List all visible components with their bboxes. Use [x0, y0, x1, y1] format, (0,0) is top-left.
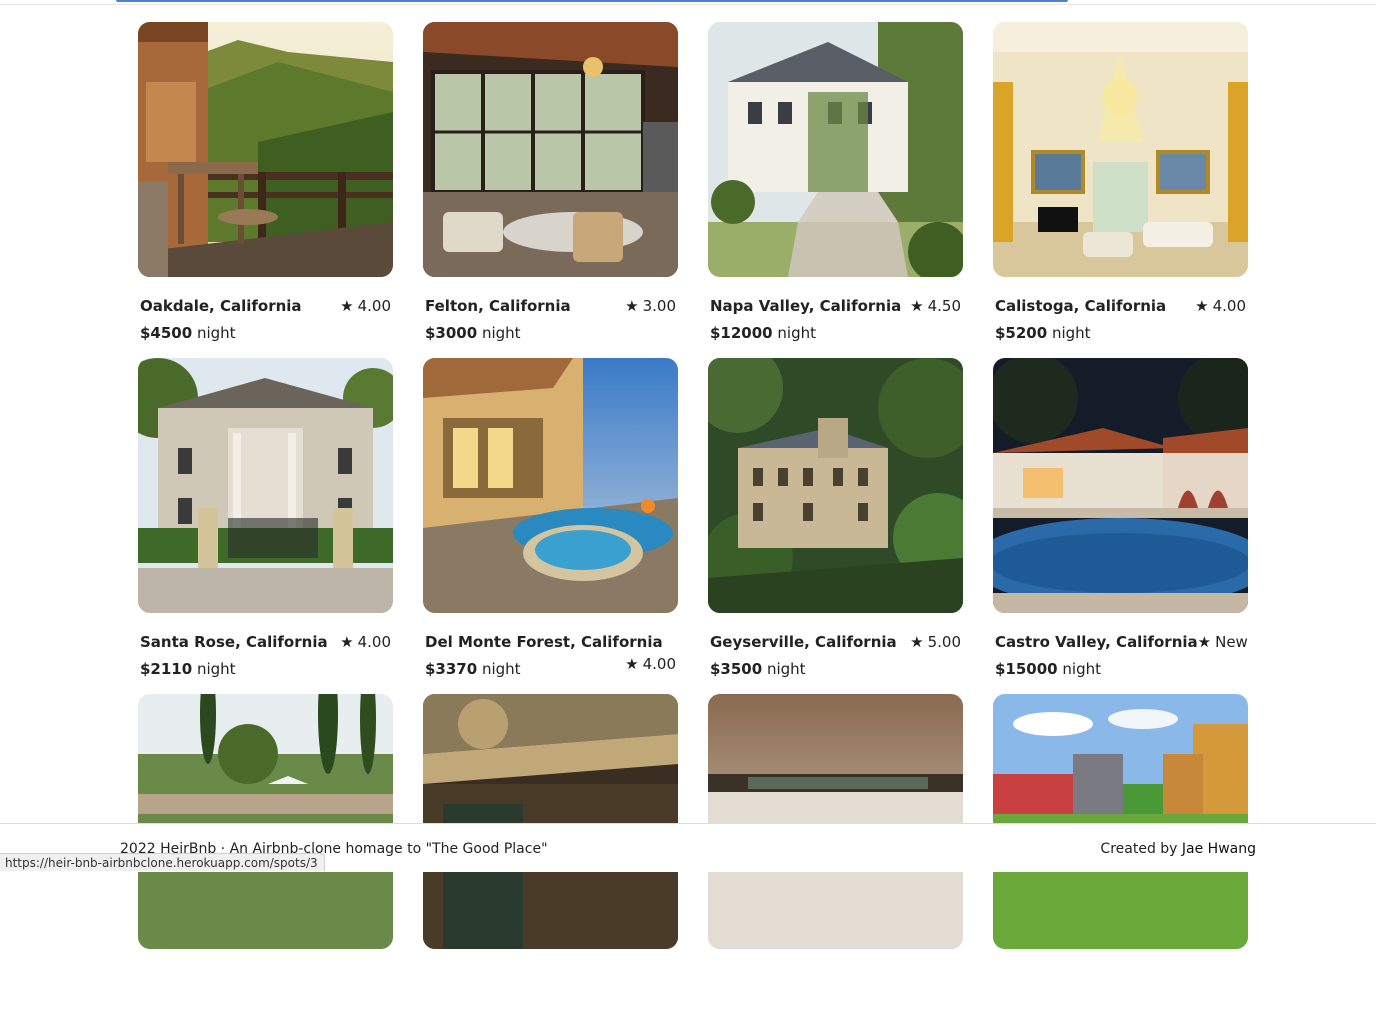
star-icon: ★ [910, 633, 923, 651]
price-unit: night [767, 660, 806, 678]
star-icon: ★ [625, 297, 638, 315]
listing-rating: ★ 5.00 [910, 629, 961, 656]
price-value: $5200 [995, 324, 1047, 342]
price-value: $4500 [140, 324, 192, 342]
price-unit: night [197, 660, 236, 678]
search-bar-edge[interactable] [116, 0, 1068, 2]
listing-price: $4500 night [140, 320, 391, 347]
listing-price: $3500 night [710, 656, 961, 683]
listing-rating: ★ 4.00 [340, 629, 391, 656]
rating-value: New [1215, 633, 1248, 651]
price-unit: night [1062, 660, 1101, 678]
listing-location: Felton, California [425, 293, 571, 320]
listing-price: $2110 night [140, 656, 391, 683]
listing-price: $3000 night [425, 320, 676, 347]
price-unit: night [197, 324, 236, 342]
listing-photo[interactable] [708, 694, 963, 949]
listing-rating: ★New [1198, 629, 1248, 656]
listing-location: Calistoga, California [995, 293, 1166, 320]
author-link[interactable]: Jae Hwang [1182, 841, 1256, 857]
listing-card[interactable]: Del Monte Forest, California $3370 night… [423, 358, 678, 694]
top-navigation-edge [0, 0, 1376, 5]
rating-value: 4.00 [643, 655, 676, 673]
price-value: $3000 [425, 324, 477, 342]
price-unit: night [777, 324, 816, 342]
listing-card[interactable]: Geyserville, California ★ 5.00 $3500 nigh… [708, 358, 963, 694]
listing-photo[interactable] [138, 358, 393, 613]
listing-photo[interactable] [993, 358, 1248, 613]
listing-rating: ★ 4.00 [340, 293, 391, 320]
listing-location: Geyserville, California [710, 629, 897, 656]
listing-photo[interactable] [138, 694, 393, 949]
price-value: $15000 [995, 660, 1058, 678]
listing-location: Santa Rose, California [140, 629, 328, 656]
listing-price: $5200 night [995, 320, 1246, 347]
rating-value: 4.00 [358, 633, 391, 651]
listing-photo[interactable] [993, 694, 1248, 949]
listing-photo[interactable] [423, 358, 678, 613]
listing-photo[interactable] [423, 22, 678, 277]
listing-photo[interactable] [708, 358, 963, 613]
price-unit: night [1052, 324, 1091, 342]
price-value: $12000 [710, 324, 773, 342]
star-icon: ★ [910, 297, 923, 315]
star-icon: ★ [625, 655, 638, 673]
rating-value: 4.00 [1213, 297, 1246, 315]
browser-status-url: https://heir-bnb-airbnbclone.herokuapp.c… [0, 853, 325, 871]
listing-card[interactable]: Santa Rose, California ★ 4.00 $2110 night [138, 358, 393, 694]
listing-location: Oakdale, California [140, 293, 302, 320]
listing-photo[interactable] [138, 22, 393, 277]
star-icon: ★ [1195, 297, 1208, 315]
price-unit: night [482, 660, 521, 678]
rating-value: 5.00 [928, 633, 961, 651]
listing-photo[interactable] [423, 694, 678, 949]
rating-value: 3.00 [643, 297, 676, 315]
price-unit: night [482, 324, 521, 342]
star-icon: ★ [1198, 633, 1211, 651]
listing-location: Castro Valley, California [995, 629, 1198, 656]
listings-grid: Oakdale, California ★ 4.00 $4500 night [138, 22, 1248, 1030]
listing-rating: ★ 4.50 [910, 293, 961, 320]
price-value: $3500 [710, 660, 762, 678]
listing-price: $15000 night [995, 656, 1246, 683]
rating-value: 4.50 [928, 297, 961, 315]
listing-price: $12000 night [710, 320, 961, 347]
listing-card[interactable]: Napa Valley, California ★ 4.50 $12000 nig… [708, 22, 963, 358]
listing-rating: ★ 4.00 [625, 651, 676, 678]
price-value: $3370 [425, 660, 477, 678]
footer-credit-prefix: Created by [1100, 841, 1181, 857]
rating-value: 4.00 [358, 297, 391, 315]
listing-card[interactable]: Oakdale, California ★ 4.00 $4500 night [138, 22, 393, 358]
footer-credit: Created by Jae Hwang [1100, 841, 1256, 857]
listing-card[interactable]: Felton, California ★ 3.00 $3000 night [423, 22, 678, 358]
listing-card[interactable]: Castro Valley, California ★New $15000 ni… [993, 358, 1248, 694]
price-value: $2110 [140, 660, 192, 678]
listing-photo[interactable] [993, 22, 1248, 277]
star-icon: ★ [340, 297, 353, 315]
listing-rating: ★ 4.00 [1195, 293, 1246, 320]
listing-card[interactable]: Calistoga, California ★ 4.00 $5200 night [993, 22, 1248, 358]
listing-rating: ★ 3.00 [625, 293, 676, 320]
listing-location: Napa Valley, California [710, 293, 901, 320]
star-icon: ★ [340, 633, 353, 651]
listing-photo[interactable] [708, 22, 963, 277]
